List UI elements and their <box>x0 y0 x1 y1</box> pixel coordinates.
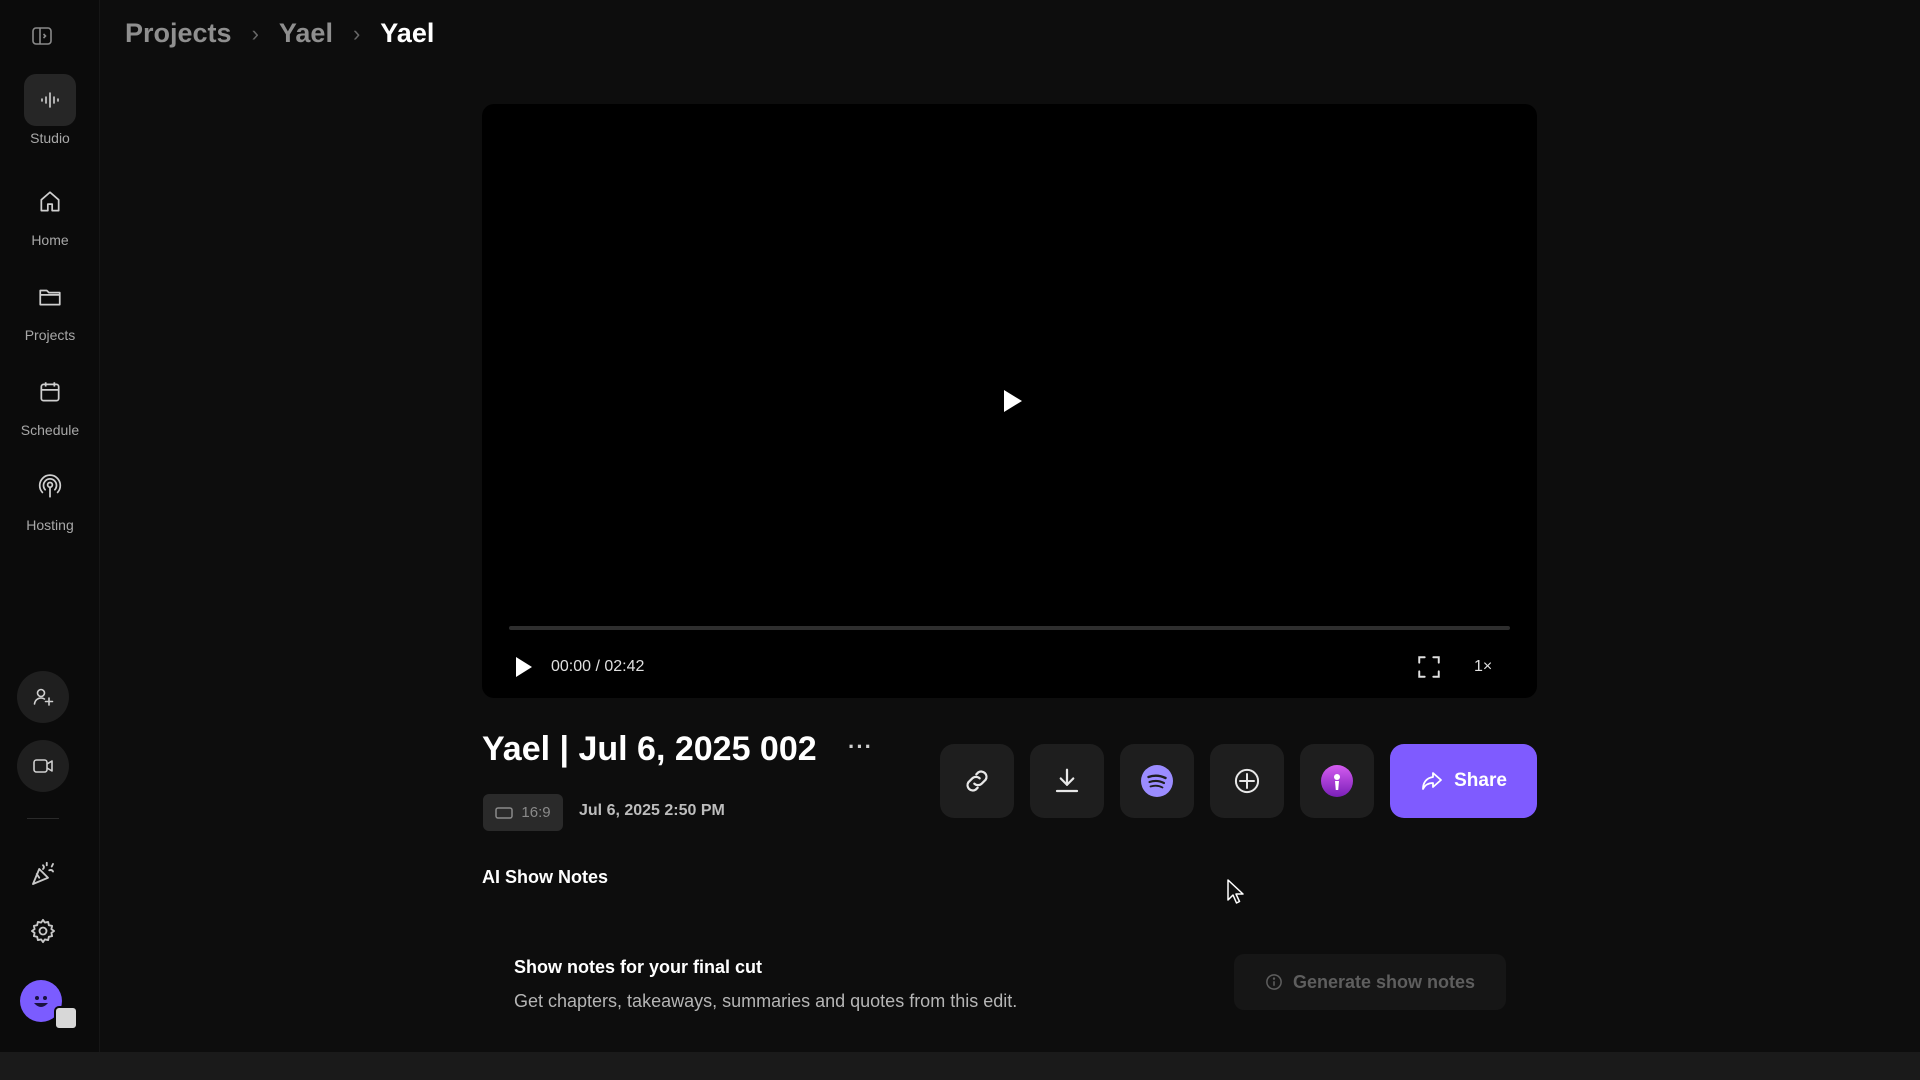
aspect-ratio-icon <box>495 806 514 819</box>
mouse-cursor-icon <box>1227 879 1244 904</box>
sidebar-toggle-icon[interactable] <box>30 24 56 48</box>
time-display: 00:00 / 02:42 <box>551 658 645 675</box>
gear-icon <box>30 918 56 944</box>
sidebar-item-label: Projects <box>24 327 76 343</box>
folder-icon <box>24 271 76 323</box>
share-label: Share <box>1454 770 1507 791</box>
breadcrumb-current: Yael <box>380 18 435 48</box>
breadcrumb-folder[interactable]: Yael <box>279 18 333 49</box>
aspect-ratio-label: 16:9 <box>521 804 551 821</box>
show-notes-title: Show notes for your final cut <box>514 957 763 977</box>
calendar-icon <box>24 366 76 418</box>
sidebar-item-studio[interactable]: Studio <box>0 74 100 146</box>
link-icon <box>966 770 988 792</box>
sidebar-item-schedule[interactable]: Schedule <box>0 366 100 438</box>
play-icon[interactable] <box>997 386 1027 416</box>
sidebar: Studio Home Projects Schedule Hosting <box>0 0 100 1052</box>
waveform-icon <box>24 74 76 126</box>
bottom-bar <box>0 1052 1920 1080</box>
plus-circle-icon <box>1234 768 1260 794</box>
playback-speed-button[interactable]: 1× <box>1474 658 1492 676</box>
aspect-ratio-badge: 16:9 <box>483 794 563 831</box>
episode-date: Jul 6, 2025 2:50 PM <box>579 802 725 819</box>
apple-podcasts-icon <box>1321 765 1353 797</box>
app-window: Studio Home Projects Schedule Hosting Pr… <box>0 0 1920 1080</box>
spotify-icon <box>1141 765 1173 797</box>
generate-label: Generate show notes <box>1292 971 1476 992</box>
fullscreen-button[interactable] <box>1416 654 1442 680</box>
progress-bar[interactable] <box>509 626 1510 630</box>
whats-new-button[interactable] <box>26 857 60 891</box>
home-icon <box>24 176 76 228</box>
sidebar-item-home[interactable]: Home <box>0 176 100 248</box>
show-notes-description: Get chapters, takeaways, summaries and q… <box>514 991 1018 1011</box>
settings-button[interactable] <box>26 914 60 948</box>
sidebar-item-label: Schedule <box>20 422 80 438</box>
breadcrumb-projects[interactable]: Projects <box>125 18 232 49</box>
play-icon <box>516 657 532 677</box>
info-icon <box>1266 974 1282 990</box>
share-icon <box>1422 772 1442 790</box>
copy-link-button[interactable] <box>940 744 1014 818</box>
breadcrumb: Projects › Yael › Yael <box>125 18 434 49</box>
sidebar-item-label: Home <box>31 232 69 248</box>
play-pause-button[interactable] <box>511 655 535 679</box>
sidebar-item-hosting[interactable]: Hosting <box>0 461 100 533</box>
add-user-icon <box>33 688 54 706</box>
fullscreen-icon <box>1418 656 1440 678</box>
download-icon <box>1055 768 1079 793</box>
generate-show-notes-button[interactable]: Generate show notes <box>1234 954 1506 1010</box>
sidebar-item-label: Studio <box>30 130 70 146</box>
invite-user-button[interactable] <box>17 671 69 723</box>
workspace-badge[interactable] <box>54 1006 78 1030</box>
sidebar-item-projects[interactable]: Projects <box>0 271 100 343</box>
smiley-icon <box>34 996 48 1007</box>
episode-title: Yael | Jul 6, 2025 002 <box>482 730 817 768</box>
chevron-right-icon: › <box>251 20 259 46</box>
record-video-button[interactable] <box>17 740 69 792</box>
add-to-platform-button[interactable] <box>1210 744 1284 818</box>
party-popper-icon <box>32 861 54 885</box>
chevron-right-icon: › <box>352 20 361 46</box>
section-title: AI Show Notes <box>482 867 609 887</box>
download-button[interactable] <box>1030 744 1104 818</box>
sidebar-divider <box>27 818 59 819</box>
apple-podcasts-button[interactable] <box>1300 744 1374 818</box>
more-options-button[interactable]: ··· <box>848 736 872 762</box>
video-player[interactable]: 00:00 / 02:42 1× <box>482 104 1537 698</box>
sidebar-item-label: Hosting <box>26 517 74 533</box>
podcast-icon <box>24 461 76 513</box>
spotify-button[interactable] <box>1120 744 1194 818</box>
share-button[interactable]: Share <box>1390 744 1537 818</box>
video-camera-icon <box>33 759 53 773</box>
